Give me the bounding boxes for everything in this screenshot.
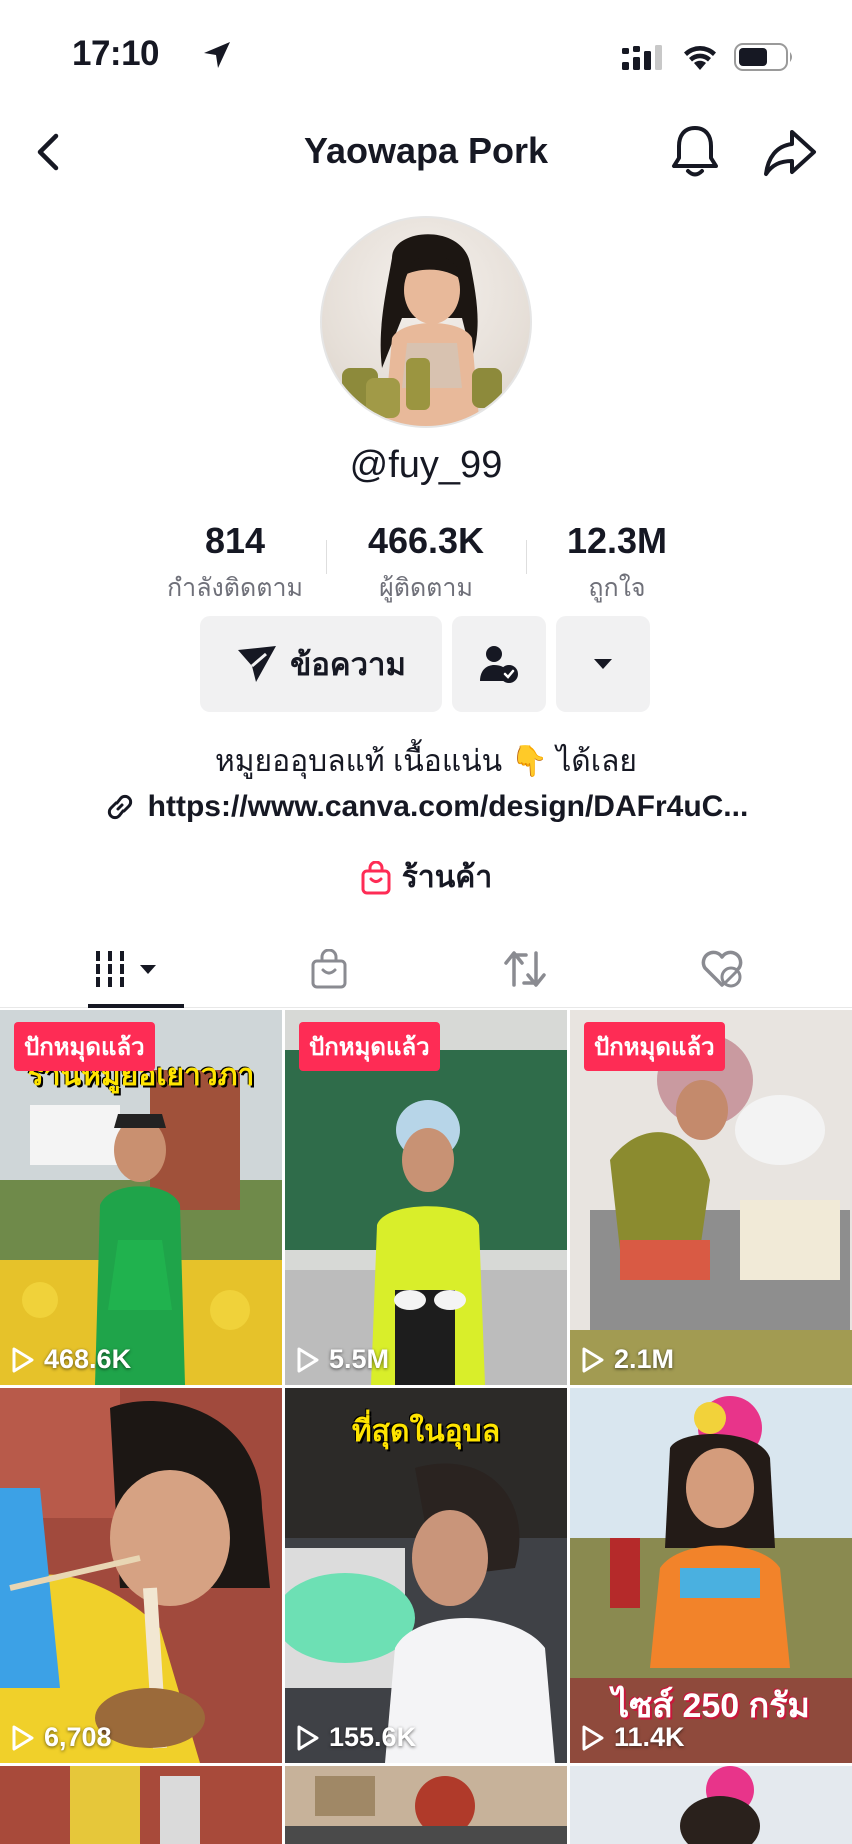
liked-hidden-icon xyxy=(701,950,742,988)
repost-icon xyxy=(503,951,546,987)
likes-label: ถูกใจ xyxy=(588,574,646,602)
content-tabs xyxy=(0,930,852,1008)
video-thumbnail[interactable]: ปักหมุดแล้ว 5.5M xyxy=(285,1010,567,1385)
profile-link[interactable]: https://www.canva.com/design/DAFr4uC... xyxy=(0,790,852,824)
user-check-icon xyxy=(480,646,518,683)
location-arrow-icon xyxy=(204,42,230,68)
video-thumbnail-image xyxy=(570,1766,852,1844)
likes-count: 12.3M xyxy=(566,520,668,561)
following-label: กำลังติดตาม xyxy=(167,574,303,602)
pinned-badge: ปักหมุดแล้ว xyxy=(14,1022,155,1071)
pinned-badge: ปักหมุดแล้ว xyxy=(584,1022,725,1071)
video-thumbnail[interactable]: 6,708 xyxy=(0,1388,282,1763)
play-icon xyxy=(582,1347,604,1372)
view-count: 2.1M xyxy=(582,1344,674,1375)
active-tab-indicator xyxy=(88,1004,184,1008)
view-count-text: 5.5M xyxy=(329,1344,390,1374)
message-button[interactable]: ข้อความ xyxy=(200,616,442,712)
play-icon xyxy=(297,1725,319,1750)
likes-stat[interactable]: 12.3M ถูกใจ xyxy=(522,520,712,602)
video-thumbnail-image xyxy=(285,1766,567,1844)
video-thumbnail[interactable] xyxy=(285,1766,567,1844)
video-thumbnail-image xyxy=(0,1388,282,1763)
bell-icon[interactable] xyxy=(668,122,722,180)
play-icon xyxy=(12,1347,34,1372)
profile-bio: หมูยออุบลแท้ เนื้อแน่น 👇 ได้เลย xyxy=(215,745,637,778)
shopping-bag-icon xyxy=(361,860,391,894)
video-thumbnail[interactable]: ร้านหมูยอเยาวภา ปักหมุดแล้ว 468.6K xyxy=(0,1010,282,1385)
message-button-label: ข้อความ xyxy=(290,647,406,682)
link-icon xyxy=(107,794,132,820)
shopping-bag-icon xyxy=(311,949,346,989)
following-status-button[interactable] xyxy=(452,616,546,712)
shop-link[interactable]: ร้านค้า xyxy=(0,854,852,901)
following-stat[interactable]: 814 กำลังติดตาม xyxy=(140,520,330,602)
share-arrow-icon[interactable] xyxy=(762,124,818,180)
avatar[interactable] xyxy=(320,216,532,428)
cellular-signal-icon xyxy=(622,45,662,70)
send-icon xyxy=(238,646,277,682)
view-count-text: 468.6K xyxy=(44,1344,132,1374)
followers-label: ผู้ติดตาม xyxy=(379,574,473,602)
page-title: Yaowapa Pork xyxy=(303,130,549,171)
video-grid-icon xyxy=(91,951,156,987)
view-count: 468.6K xyxy=(12,1344,131,1375)
view-count: 6,708 xyxy=(12,1722,112,1753)
video-thumbnail-image xyxy=(0,1766,282,1844)
view-count-text: 6,708 xyxy=(44,1722,112,1752)
view-count: 155.6K xyxy=(297,1722,416,1753)
view-count-text: 11.4K xyxy=(614,1722,685,1752)
caret-down-icon xyxy=(594,659,612,669)
status-time: 17:10 xyxy=(72,34,160,73)
video-thumbnail[interactable]: ไซส์ 250 กรัม 11.4K xyxy=(570,1388,852,1763)
play-icon xyxy=(12,1725,34,1750)
profile-nav-bar: Yaowapa Pork xyxy=(0,120,852,184)
video-overlay-text: ที่สุดในอุบล xyxy=(351,1415,501,1448)
view-count: 5.5M xyxy=(297,1344,389,1375)
view-count: 11.4K xyxy=(582,1722,685,1753)
following-count: 814 xyxy=(204,520,266,561)
followers-count: 466.3K xyxy=(367,520,485,561)
profile-link-text: https://www.canva.com/design/DAFr4uC... xyxy=(147,790,749,823)
play-icon xyxy=(582,1725,604,1750)
tab-reposts[interactable] xyxy=(418,930,631,1008)
followers-stat[interactable]: 466.3K ผู้ติดตาม xyxy=(331,520,521,602)
shop-label: ร้านค้า xyxy=(401,861,493,894)
view-count-text: 155.6K xyxy=(329,1722,417,1752)
avatar-photo xyxy=(342,234,502,426)
video-thumbnail[interactable] xyxy=(0,1766,282,1844)
profile-stats: 814 กำลังติดตาม 466.3K ผู้ติดตาม 12.3M ถ… xyxy=(140,520,712,602)
video-thumbnail[interactable]: ที่สุดในอุบล 155.6K xyxy=(285,1388,567,1763)
tab-liked[interactable] xyxy=(615,930,828,1008)
more-options-button[interactable] xyxy=(556,616,650,712)
tab-videos[interactable] xyxy=(20,930,233,1008)
video-thumbnail[interactable] xyxy=(570,1766,852,1844)
wifi-icon xyxy=(684,46,716,70)
status-bar: 17:10 xyxy=(0,0,852,110)
view-count-text: 2.1M xyxy=(614,1344,675,1374)
username: @fuy_99 xyxy=(349,444,503,486)
battery-icon xyxy=(734,43,792,71)
pinned-badge: ปักหมุดแล้ว xyxy=(299,1022,440,1071)
stat-divider xyxy=(326,540,327,574)
tab-shop[interactable] xyxy=(222,930,435,1008)
video-thumbnail[interactable]: ปักหมุดแล้ว 2.1M xyxy=(570,1010,852,1385)
play-icon xyxy=(297,1347,319,1372)
